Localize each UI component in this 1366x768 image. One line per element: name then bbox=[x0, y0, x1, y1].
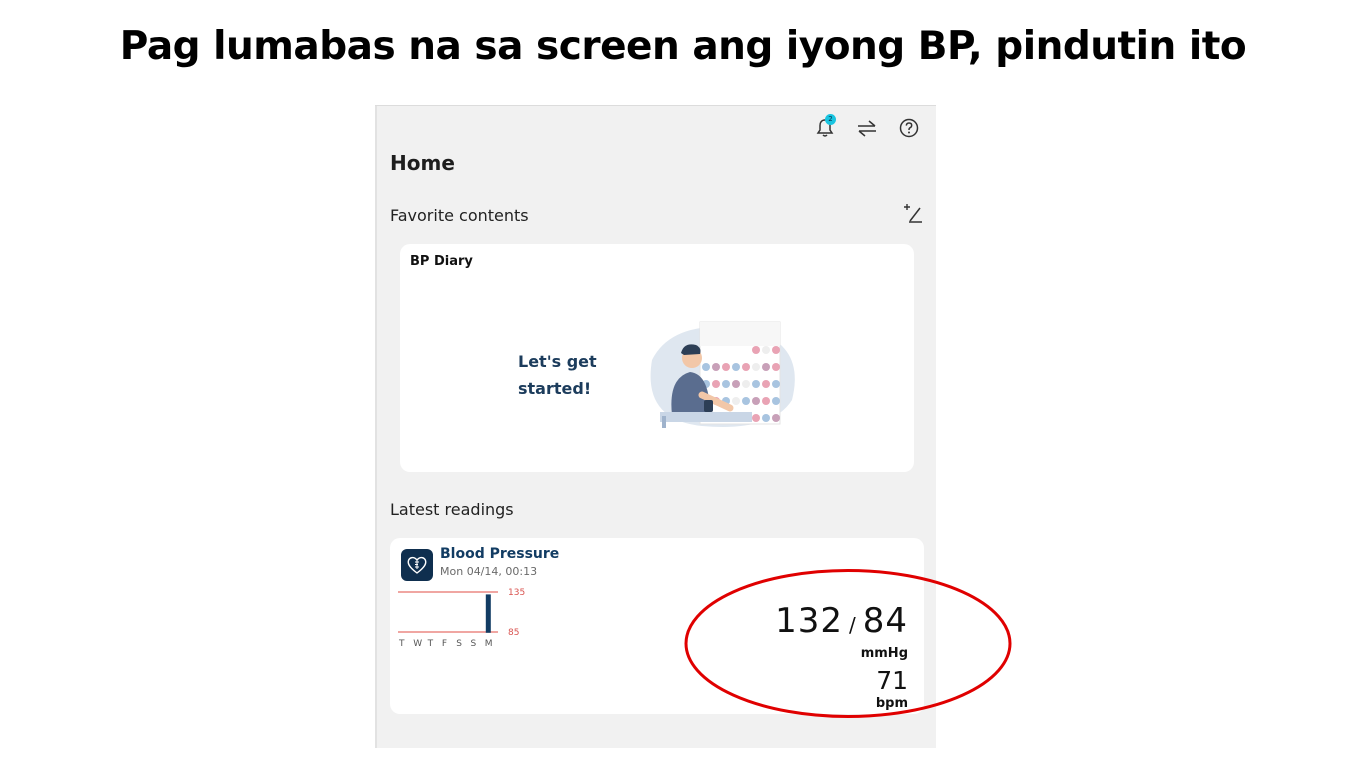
calendar-dot bbox=[722, 380, 730, 388]
calendar-dot bbox=[742, 380, 750, 388]
help-icon[interactable] bbox=[897, 116, 921, 140]
latest-readings-label: Latest readings bbox=[390, 500, 514, 519]
value-separator: / bbox=[848, 613, 857, 637]
weekly-bp-chart: 13585T W T F S S M bbox=[398, 588, 525, 649]
calendar-dot bbox=[772, 363, 780, 371]
calendar-dot bbox=[722, 363, 730, 371]
blood-pressure-card[interactable]: Blood Pressure Mon 04/14, 00:13 135 85 T W T… bbox=[390, 538, 924, 714]
calendar-dot bbox=[762, 397, 770, 405]
heart-icon bbox=[401, 549, 433, 581]
reference-label: 85 bbox=[508, 628, 519, 638]
calendar-dot bbox=[752, 380, 760, 388]
x-tick-label: S bbox=[456, 639, 462, 649]
x-tick-label: F bbox=[442, 639, 447, 649]
calendar-dot bbox=[752, 414, 760, 422]
x-tick-label: S bbox=[471, 639, 477, 649]
bp-range-bar bbox=[485, 594, 491, 633]
bp-unit: mmHg bbox=[860, 646, 908, 661]
systolic-value: 132 bbox=[775, 601, 843, 641]
notification-badge: 2 bbox=[825, 114, 836, 125]
calendar-dot bbox=[742, 363, 750, 371]
bell-icon[interactable]: 2 bbox=[813, 114, 837, 140]
diastolic-value: 84 bbox=[862, 601, 908, 641]
reading-timestamp: Mon 04/14, 00:13 bbox=[440, 565, 538, 578]
calendar-dot bbox=[762, 363, 770, 371]
page-title: Home bbox=[390, 151, 455, 175]
calendar-dot bbox=[752, 397, 760, 405]
get-started-text: Let's get started! bbox=[518, 352, 597, 398]
app-screen: 2 Home Favorite contents BP Diary Let's … bbox=[375, 105, 936, 748]
x-tick-label: W bbox=[413, 639, 422, 649]
edit-favorites-icon[interactable] bbox=[902, 202, 924, 224]
swap-icon[interactable] bbox=[855, 116, 879, 140]
x-tick-label: M bbox=[485, 639, 493, 649]
calendar-dot bbox=[762, 380, 770, 388]
blood-pressure-title: Blood Pressure bbox=[440, 546, 560, 562]
pulse-value: 71 bbox=[876, 666, 908, 695]
x-tick-label: T bbox=[398, 639, 405, 649]
calendar-dot bbox=[712, 363, 720, 371]
calendar-dot bbox=[772, 346, 780, 354]
calendar-dot bbox=[732, 397, 740, 405]
screen-edge bbox=[375, 106, 377, 748]
latest-reading: 132/84 mmHg 71 bpm bbox=[775, 601, 908, 713]
instruction-headline: Pag lumabas na sa screen ang iyong BP, p… bbox=[119, 24, 1247, 69]
calendar-dot bbox=[712, 380, 720, 388]
bp-diary-card[interactable]: BP Diary Let's get started! bbox=[400, 244, 914, 472]
calendar-dot bbox=[772, 380, 780, 388]
calendar-dot bbox=[772, 414, 780, 422]
calendar-dot bbox=[732, 363, 740, 371]
calendar-dot bbox=[772, 397, 780, 405]
x-tick-label: T bbox=[427, 639, 434, 649]
bp-diary-title: BP Diary bbox=[410, 254, 473, 269]
calendar-dot bbox=[742, 397, 750, 405]
reference-label: 135 bbox=[508, 588, 525, 598]
calendar-dot bbox=[732, 380, 740, 388]
calendar-dot bbox=[752, 363, 760, 371]
calendar-dot bbox=[762, 414, 770, 422]
calendar-dot bbox=[752, 346, 760, 354]
bp-diary-illustration bbox=[650, 321, 795, 428]
bp-values: 132/84 bbox=[775, 601, 908, 645]
favorite-contents-label: Favorite contents bbox=[390, 206, 529, 225]
pulse-unit: bpm bbox=[875, 696, 908, 711]
calendar-dot bbox=[762, 346, 770, 354]
calendar-dot bbox=[702, 363, 710, 371]
